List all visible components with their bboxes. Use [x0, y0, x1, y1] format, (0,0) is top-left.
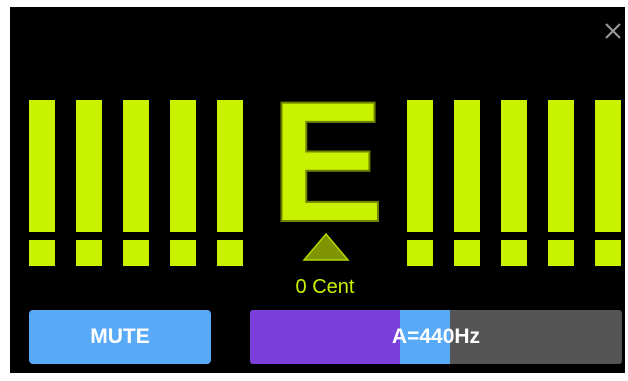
left-meter-bar-5 — [217, 100, 243, 232]
right-meter-dot-2 — [454, 240, 480, 266]
right-meter-dot-4 — [548, 240, 574, 266]
right-meter-dot-5 — [595, 240, 621, 266]
mute-button[interactable]: MUTE — [29, 310, 211, 364]
right-meter-dot-3 — [501, 240, 527, 266]
left-meter-dot-1 — [29, 240, 55, 266]
right-meter-bar-3 — [501, 100, 527, 232]
reference-pitch-label: A=440Hz — [391, 325, 481, 348]
left-meter-bar-2 — [76, 100, 102, 232]
left-meter-dot-2 — [76, 240, 102, 266]
right-meter-bar-2 — [454, 100, 480, 232]
triangle-up-icon — [302, 232, 350, 261]
left-meter-dot-4 — [170, 240, 196, 266]
reference-pitch-slider[interactable]: A=440Hz — [250, 310, 622, 364]
left-meter-bar-1 — [29, 100, 55, 232]
left-meter-dot-5 — [217, 240, 243, 266]
close-icon[interactable] — [602, 20, 624, 42]
right-meter-dot-1 — [407, 240, 433, 266]
tuner-screen: E 0 Cent MUTE A=440Hz — [10, 7, 625, 373]
cent-readout: 0 Cent — [295, 276, 355, 298]
right-meter-bar-1 — [407, 100, 433, 232]
right-meter-bar-5 — [595, 100, 621, 232]
left-meter-bar-4 — [170, 100, 196, 232]
right-meter-bar-4 — [548, 100, 574, 232]
left-meter-bar-3 — [123, 100, 149, 232]
detected-note: E — [269, 66, 386, 258]
left-meter-dot-3 — [123, 240, 149, 266]
